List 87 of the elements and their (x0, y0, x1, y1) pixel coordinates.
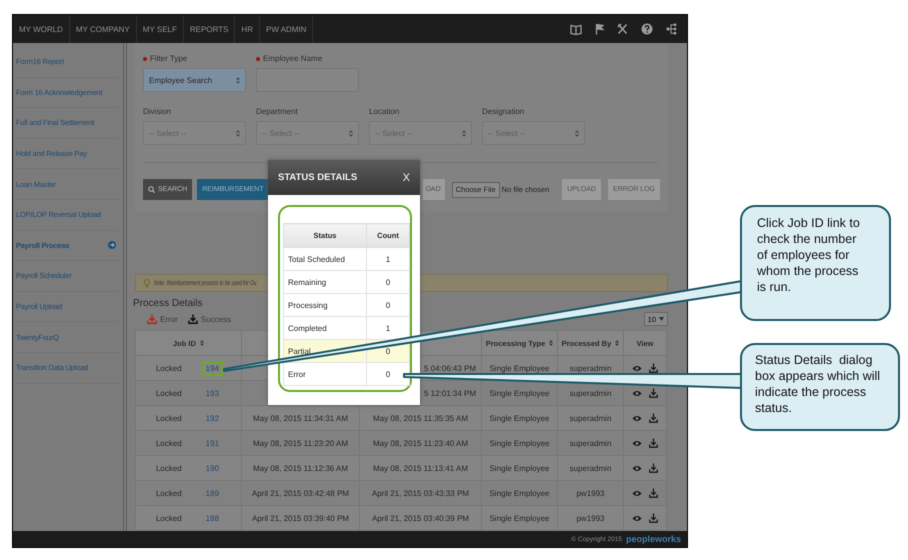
status-text: Locked (156, 388, 182, 398)
eye-icon[interactable] (632, 514, 642, 522)
eye-icon[interactable] (632, 390, 642, 396)
job-id-link[interactable]: 192 (202, 410, 224, 426)
job-id-link[interactable]: 194 (202, 360, 224, 376)
callout-box: Click Job ID link to check the number of employees for whom the process is run. (740, 205, 891, 321)
callout-box: Status Details dialog box appears which will indicate the process status. (740, 343, 900, 431)
table-cell: May 08, 2015 11:23:20 AM (242, 430, 360, 456)
dialog-title: STATUS DETAILS (278, 172, 358, 183)
field-label: Designation (482, 107, 524, 116)
table-cell: 0 (366, 294, 410, 316)
job-id-link[interactable]: 188 (202, 510, 224, 526)
table-cell: April 21, 2015 03:42:48 PM (242, 480, 360, 506)
caret-icon (659, 317, 664, 321)
table-cell: superadmin (558, 430, 624, 456)
eye-icon[interactable] (632, 440, 642, 446)
download-link[interactable]: Error (147, 314, 178, 324)
table-cell: May 08, 2015 11:13:41 AM (360, 456, 482, 480)
eye-icon[interactable] (632, 490, 642, 496)
download-icon[interactable] (649, 363, 658, 373)
status-text: Locked (156, 514, 182, 522)
status-text: Locked (156, 414, 182, 422)
dropdown-field[interactable]: Employee Search (143, 68, 246, 92)
chevron-updown-icon (462, 130, 466, 136)
download-link[interactable]: Success (188, 314, 232, 324)
arrow-circle-icon (108, 241, 116, 250)
chevron-updown-icon (236, 76, 240, 84)
close-button[interactable]: X (400, 172, 412, 184)
table-cell: 1 (366, 248, 410, 270)
table-cell: Single Employee (482, 506, 558, 530)
table-cell: May 08, 2015 11:34:31 AM (242, 406, 360, 430)
flag-icon[interactable] (595, 23, 604, 35)
search-icon (148, 186, 155, 193)
table-cell: pw1993 (558, 506, 624, 530)
share-icon[interactable] (666, 23, 677, 35)
section-title: Process Details (133, 298, 202, 309)
table-cell: Single Employee (482, 380, 558, 406)
book-icon[interactable] (570, 24, 582, 34)
download-icon[interactable] (649, 488, 658, 498)
tools-icon[interactable] (617, 23, 628, 35)
download-icon (188, 314, 198, 324)
download-icon[interactable] (649, 388, 658, 398)
status-text: Locked (156, 438, 182, 448)
status-text: Locked (156, 464, 182, 472)
download-icon[interactable] (649, 513, 658, 523)
job-id-link[interactable]: 191 (202, 436, 224, 450)
field-label: Employee Name (263, 54, 322, 63)
help-icon[interactable] (641, 23, 653, 35)
table-cell: Single Employee (482, 430, 558, 456)
table-cell: Total Scheduled (284, 248, 366, 270)
job-id-link[interactable]: 190 (202, 460, 224, 476)
chevron-updown-icon (349, 130, 353, 136)
field-label: Division (143, 107, 172, 116)
table-cell: Single Employee (482, 456, 558, 480)
download-icon[interactable] (649, 463, 658, 473)
download-icon[interactable] (649, 438, 658, 448)
eye-icon[interactable] (632, 414, 642, 422)
eye-icon[interactable] (632, 464, 642, 472)
status-text: Locked (156, 364, 182, 372)
field-label: Department (256, 107, 298, 116)
table-cell: Single Employee (482, 480, 558, 506)
brand-logo: peopleworks (626, 534, 681, 544)
table-cell: April 21, 2015 03:39:40 PM (242, 506, 360, 530)
table-cell: May 08, 2015 11:12:36 AM (242, 456, 360, 480)
job-id-link[interactable]: 193 (202, 386, 224, 400)
chevron-updown-icon (236, 130, 240, 136)
table-cell: May 08, 2015 11:35:35 AM (360, 406, 482, 430)
table-cell: pw1993 (558, 480, 624, 506)
table-cell: April 21, 2015 03:40:39 PM (360, 506, 482, 530)
field-label: Location (369, 107, 400, 116)
table-cell: May 08, 2015 11:23:40 AM (360, 430, 482, 456)
table-cell: April 21, 2015 03:43:33 PM (360, 480, 482, 506)
chevron-updown-icon (575, 130, 579, 136)
status-text: Locked (156, 488, 182, 498)
table-cell: Single Employee (482, 406, 558, 430)
lightbulb-icon (144, 278, 150, 288)
table-cell: superadmin (558, 406, 624, 430)
job-id-link[interactable]: 189 (202, 486, 224, 500)
field-label: Filter Type (150, 54, 188, 63)
table-cell: superadmin (558, 456, 624, 480)
eye-icon[interactable] (632, 364, 642, 372)
table-cell: Remaining (284, 270, 366, 294)
download-icon[interactable] (649, 413, 658, 423)
table-cell: Error (284, 362, 366, 386)
download-icon (147, 314, 157, 324)
table-cell: Processing (284, 294, 366, 316)
table-cell: 0 (366, 270, 410, 294)
